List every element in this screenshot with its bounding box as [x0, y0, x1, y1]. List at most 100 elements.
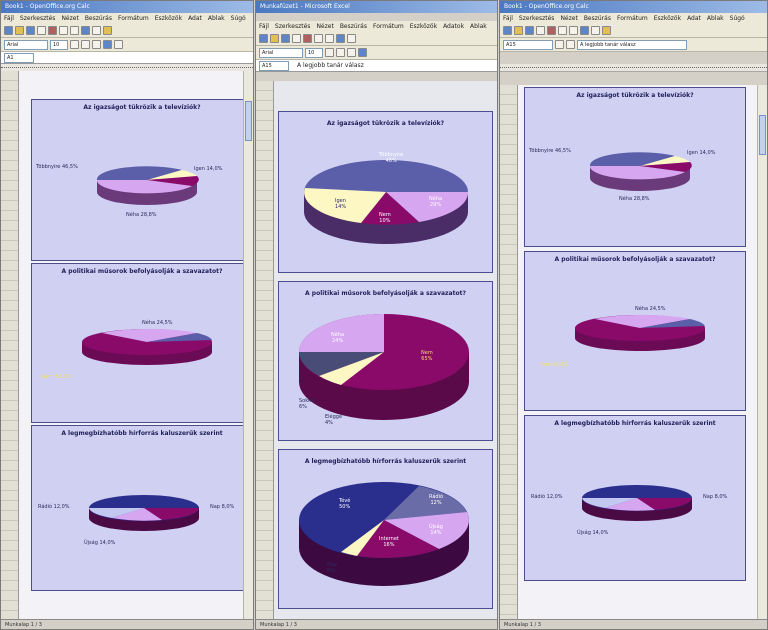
function-icon[interactable]	[566, 40, 575, 49]
vertical-scrollbar[interactable]	[243, 71, 253, 619]
menu-item[interactable]: Formátum	[617, 15, 648, 22]
menu-item[interactable]: Fájl	[259, 23, 269, 30]
scroll-thumb[interactable]	[245, 101, 252, 141]
open-icon[interactable]	[514, 26, 523, 35]
redo-icon[interactable]	[92, 26, 101, 35]
formula-input[interactable]: A legjobb tanár válasz	[577, 39, 687, 50]
paste-icon[interactable]	[569, 26, 578, 35]
menubar: Fájl Szerkesztés Nézet Beszúrás Formátum Eszk…	[1, 13, 253, 24]
menu-item[interactable]: Nézet	[61, 15, 78, 22]
copy-icon[interactable]	[314, 34, 323, 43]
menu-item[interactable]: Adatok	[443, 23, 464, 30]
formula-input[interactable]: A legjobb tanár válasz	[297, 62, 364, 69]
italic-icon[interactable]	[81, 40, 90, 49]
undo-icon[interactable]	[580, 26, 589, 35]
new-icon[interactable]	[503, 26, 512, 35]
open-icon[interactable]	[15, 26, 24, 35]
chart-politics[interactable]: A politikai műsorok befolyásolják a szav…	[31, 263, 253, 423]
print-icon[interactable]	[536, 26, 545, 35]
slice-label: Néha 29%	[429, 196, 443, 208]
slice-label: Újság 14%	[429, 524, 443, 536]
align-left-icon[interactable]	[103, 40, 112, 49]
chart-news-source[interactable]: A legmegbízhatóbb hírforrás kaluszerűk s…	[31, 425, 253, 591]
vertical-scrollbar[interactable]	[757, 85, 767, 619]
name-box[interactable]: A1	[4, 52, 34, 63]
menu-item[interactable]: Fájl	[4, 15, 14, 22]
new-icon[interactable]	[4, 26, 13, 35]
menu-item[interactable]: Nézet	[316, 23, 333, 30]
paste-icon[interactable]	[325, 34, 334, 43]
menu-item[interactable]: Ablak	[470, 23, 487, 30]
menu-item[interactable]: Eszközök	[410, 23, 437, 30]
font-size-select[interactable]: 10	[305, 47, 323, 58]
underline-icon[interactable]	[92, 40, 101, 49]
menu-item[interactable]: Adat	[687, 15, 701, 22]
menu-item[interactable]: Szerkesztés	[519, 15, 555, 22]
menu-item[interactable]: Beszúrás	[584, 15, 611, 22]
sum-icon[interactable]	[555, 40, 564, 49]
sheet-area[interactable]: Az igazságot tükrözik a televíziók? Több…	[500, 85, 767, 619]
window-right: Book1 - OpenOffice.org Calc Fájl Szerkesz…	[499, 0, 768, 630]
redo-icon[interactable]	[347, 34, 356, 43]
font-size-select[interactable]: 10	[50, 39, 68, 50]
menu-item[interactable]: Eszközök	[654, 15, 681, 22]
slice-label: Nap 8%	[327, 562, 337, 574]
cut-icon[interactable]	[48, 26, 57, 35]
name-box[interactable]: A15	[259, 60, 289, 71]
scroll-thumb[interactable]	[759, 115, 766, 155]
slice-label: Rádió 12%	[429, 494, 444, 506]
slice-name: Többnyire	[36, 164, 61, 170]
chart-politics[interactable]: A politikai műsorok befolyásolják a szav…	[524, 251, 746, 411]
sheet-area[interactable]: Az igazságot tükrözik a televíziók? Több…	[256, 81, 497, 619]
new-icon[interactable]	[259, 34, 268, 43]
chart-news-source[interactable]: A legmegbízhatóbb hírforrás kaluszerűk s…	[524, 415, 746, 581]
cut-icon[interactable]	[303, 34, 312, 43]
slice-pct: 14,0%	[699, 150, 716, 156]
align-center-icon[interactable]	[114, 40, 123, 49]
underline-icon[interactable]	[347, 48, 356, 57]
open-icon[interactable]	[270, 34, 279, 43]
menu-item[interactable]: Beszúrás	[85, 15, 112, 22]
font-name-select[interactable]: Arial	[259, 47, 303, 58]
print-icon[interactable]	[37, 26, 46, 35]
menu-item[interactable]: Beszúrás	[340, 23, 367, 30]
menu-item[interactable]: Szerkesztés	[275, 23, 311, 30]
menu-item[interactable]: Ablak	[707, 15, 724, 22]
italic-icon[interactable]	[336, 48, 345, 57]
chart-politics[interactable]: A politikai műsorok befolyásolják a szav…	[278, 281, 493, 441]
menu-item[interactable]: Szerkesztés	[20, 15, 56, 22]
chart-news-source[interactable]: A legmegbízhatóbb hírforrás kaluszerűk s…	[278, 449, 493, 609]
menu-item[interactable]: Súgó	[231, 15, 246, 22]
save-icon[interactable]	[26, 26, 35, 35]
chart-tv-truth[interactable]: Az igazságot tükrözik a televíziók? Több…	[524, 87, 746, 247]
bold-icon[interactable]	[325, 48, 334, 57]
slice-pct: 46,5%	[61, 164, 78, 170]
save-icon[interactable]	[525, 26, 534, 35]
chart-tv-truth[interactable]: Az igazságot tükrözik a televíziók? Több…	[278, 111, 493, 273]
menu-item[interactable]: Adat	[188, 15, 202, 22]
menu-item[interactable]: Súgó	[730, 15, 745, 22]
chart-icon[interactable]	[602, 26, 611, 35]
copy-icon[interactable]	[558, 26, 567, 35]
menu-item[interactable]: Eszközök	[155, 15, 182, 22]
chart-tv-truth[interactable]: Az igazságot tükrözik a televíziók? Több…	[31, 99, 253, 261]
copy-icon[interactable]	[59, 26, 68, 35]
menu-item[interactable]: Formátum	[373, 23, 404, 30]
menu-item[interactable]: Formátum	[118, 15, 149, 22]
chart-icon[interactable]	[103, 26, 112, 35]
bold-icon[interactable]	[70, 40, 79, 49]
redo-icon[interactable]	[591, 26, 600, 35]
align-left-icon[interactable]	[358, 48, 367, 57]
print-icon[interactable]	[292, 34, 301, 43]
undo-icon[interactable]	[81, 26, 90, 35]
sheet-area[interactable]: Az igazságot tükrözik a televíziók? Több…	[1, 71, 253, 619]
menu-item[interactable]: Nézet	[560, 15, 577, 22]
save-icon[interactable]	[281, 34, 290, 43]
name-box[interactable]: A15	[503, 39, 553, 50]
menu-item[interactable]: Fájl	[503, 15, 513, 22]
paste-icon[interactable]	[70, 26, 79, 35]
cut-icon[interactable]	[547, 26, 556, 35]
font-name-select[interactable]: Arial	[4, 39, 48, 50]
menu-item[interactable]: Ablak	[208, 15, 225, 22]
undo-icon[interactable]	[336, 34, 345, 43]
